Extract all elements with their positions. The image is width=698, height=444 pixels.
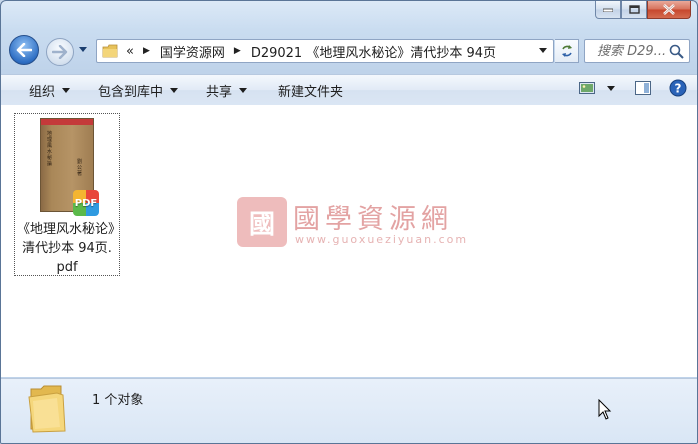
navigation-bar: « ▶ 国学资源网 ▶ D29021 《地理风水秘论》清代抄本 94页 [1, 35, 697, 67]
svg-text:?: ? [675, 82, 682, 96]
share-menu[interactable]: 共享 [202, 79, 251, 101]
address-dropdown-icon[interactable] [539, 48, 547, 54]
maximize-icon [628, 5, 640, 14]
file-list-pane[interactable]: 地理風水秘論 劉公著 PDF 《地理风水秘论》 清代抄本 94页. pdf 國 … [1, 105, 697, 377]
pdf-file-icon: PDF [73, 190, 99, 216]
watermark: 國 國學資源網 www.guoxueziyuan.com [237, 197, 477, 253]
help-icon[interactable]: ? [669, 79, 687, 97]
watermark-title: 國學資源網 [293, 204, 453, 235]
preview-pane-icon[interactable] [635, 81, 651, 95]
thumbnail-author-text: 劉公著 [77, 159, 83, 177]
minimize-button[interactable] [595, 1, 621, 19]
thumbnail-title-text: 地理風水秘論 [47, 131, 53, 167]
address-bar[interactable]: « ▶ 国学资源网 ▶ D29021 《地理风水秘论》清代抄本 94页 [96, 39, 554, 63]
file-name[interactable]: 《地理风水秘论》 清代抄本 94页. pdf [17, 220, 122, 277]
mouse-cursor-icon [598, 399, 612, 420]
organize-label: 组织 [29, 84, 56, 100]
include-in-library-menu[interactable]: 包含到库中 [94, 79, 182, 101]
address-overflow[interactable]: « [126, 44, 134, 59]
forward-arrow-icon [52, 45, 68, 59]
chevron-down-icon [62, 87, 71, 93]
view-controls: ? [579, 79, 687, 97]
file-name-line: 《地理风水秘论》 [17, 222, 122, 237]
details-pane: 1 个对象 [1, 378, 697, 443]
refresh-icon [561, 45, 572, 57]
caption-buttons [595, 1, 691, 19]
item-count: 1 个对象 [92, 393, 144, 408]
include-in-library-label: 包含到库中 [98, 84, 164, 100]
watermark-url: www.guoxueziyuan.com [295, 233, 469, 246]
maximize-button[interactable] [621, 1, 647, 19]
explorer-window: « ▶ 国学资源网 ▶ D29021 《地理风水秘论》清代抄本 94页 组织 包… [0, 0, 698, 444]
breadcrumb-separator-icon[interactable]: ▶ [143, 46, 150, 56]
file-item-pdf[interactable]: 地理風水秘論 劉公著 PDF 《地理风水秘论》 清代抄本 94页. pdf [14, 113, 122, 277]
thumbnail-band [41, 119, 93, 125]
chevron-down-icon [239, 87, 248, 93]
refresh-button[interactable] [555, 39, 579, 63]
search-box [584, 39, 690, 63]
watermark-logo: 國 [237, 197, 287, 247]
share-label: 共享 [206, 84, 233, 100]
breadcrumb-root[interactable]: 国学资源网 [160, 42, 225, 61]
pdf-badge-label: PDF [74, 197, 98, 209]
back-button[interactable] [9, 35, 39, 65]
command-bar: 组织 包含到库中 共享 新建文件夹 ? [1, 74, 697, 106]
search-icon[interactable] [669, 44, 684, 59]
folder-large-icon [28, 385, 66, 433]
back-arrow-icon [16, 43, 32, 57]
search-input[interactable] [597, 43, 673, 59]
folder-icon [102, 44, 118, 58]
view-dropdown-icon[interactable] [607, 85, 615, 91]
file-name-line: 清代抄本 94页. [22, 241, 112, 256]
new-folder-button[interactable]: 新建文件夹 [274, 79, 347, 101]
close-button[interactable] [647, 1, 691, 19]
watermark-logo-char: 國 [248, 209, 275, 240]
organize-menu[interactable]: 组织 [25, 79, 74, 101]
breadcrumb-separator-icon[interactable]: ▶ [234, 46, 241, 56]
change-view-icon[interactable] [579, 82, 595, 94]
new-folder-label: 新建文件夹 [278, 84, 344, 100]
close-icon [663, 4, 675, 15]
breadcrumb-current[interactable]: D29021 《地理风水秘论》清代抄本 94页 [251, 42, 496, 61]
minimize-icon [603, 8, 613, 12]
forward-button[interactable] [46, 38, 74, 66]
recent-pages-dropdown-icon[interactable] [79, 47, 87, 55]
file-name-line: pdf [56, 260, 78, 275]
chevron-down-icon [170, 87, 179, 93]
